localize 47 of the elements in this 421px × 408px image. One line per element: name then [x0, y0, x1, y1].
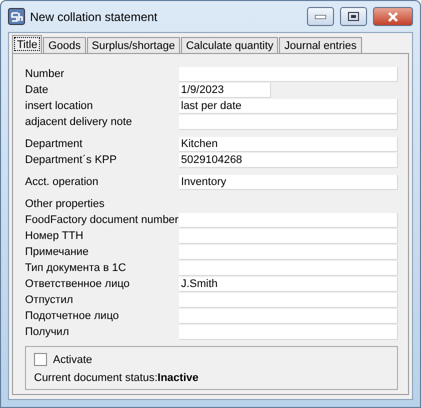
field-label: Получил	[25, 326, 70, 338]
input-field[interactable]	[179, 308, 398, 324]
field-label: Date	[25, 84, 50, 96]
field-label: FoodFactory document number	[25, 214, 179, 226]
input-field[interactable]: Kitchen	[179, 136, 398, 152]
minimize-icon	[315, 14, 326, 18]
field-label: Department	[25, 138, 84, 150]
checkbox-label: Activate	[53, 354, 92, 366]
input-field[interactable]: Inventory	[179, 174, 398, 190]
input-field[interactable]	[179, 324, 398, 340]
tab[interactable]: Title	[12, 35, 42, 53]
close-button[interactable]	[373, 7, 413, 26]
maximize-button[interactable]	[340, 7, 367, 26]
tab[interactable]: Surplus/shortage	[86, 37, 180, 53]
field-label: Подотчетное лицо	[25, 310, 120, 322]
input-field[interactable]	[179, 114, 398, 130]
minimize-button[interactable]	[307, 7, 334, 26]
field-label: Acct. operation	[25, 176, 100, 188]
field-label: Department´s KPP	[25, 154, 118, 166]
tab[interactable]: Journal entries	[279, 37, 362, 53]
close-icon	[387, 12, 399, 22]
field-label: Отпустил	[25, 294, 74, 306]
field-label: insert location	[25, 100, 94, 112]
input-field[interactable]	[179, 228, 398, 244]
status-text: Current document status:Inactive	[34, 372, 200, 384]
field-label: Тип документа в 1С	[25, 262, 128, 274]
maximize-icon	[348, 12, 359, 21]
tab[interactable]: Calculate quantity	[180, 37, 278, 53]
input-field[interactable]: 5029104268	[179, 152, 398, 168]
app-logo-icon	[8, 8, 25, 25]
input-field[interactable]: 1/9/2023	[179, 82, 271, 98]
field-label: Номер ТТН	[25, 230, 84, 242]
input-field[interactable]: J.Smith	[179, 276, 398, 292]
section-heading: Other properties	[25, 197, 106, 212]
checkbox[interactable]	[34, 353, 47, 366]
input-field[interactable]	[179, 244, 398, 260]
input-field[interactable]	[179, 292, 398, 308]
field-label: Примечание	[25, 246, 90, 258]
input-field[interactable]	[179, 212, 398, 228]
tab[interactable]: Goods	[43, 37, 86, 53]
input-field[interactable]	[179, 260, 398, 276]
input-field[interactable]	[179, 66, 398, 82]
field-label: adjacent delivery note	[25, 116, 134, 128]
field-label: Ответственное лицо	[25, 278, 131, 290]
window-title: New collation statement	[30, 10, 158, 24]
input-field[interactable]: last per date	[179, 98, 398, 114]
field-label: Number	[25, 68, 66, 80]
